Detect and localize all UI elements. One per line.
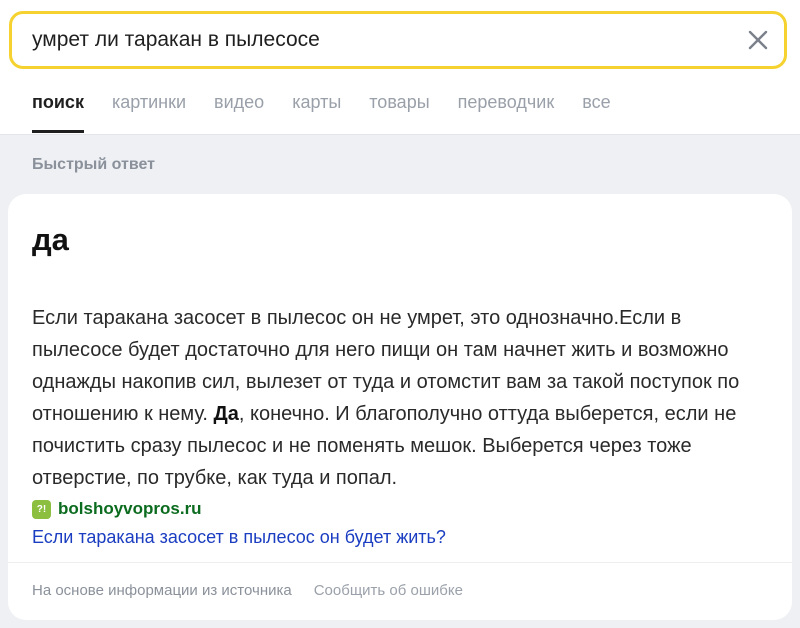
clear-search-button[interactable]	[740, 22, 776, 58]
header: поиск картинки видео карты товары перево…	[0, 0, 800, 135]
search-box	[9, 11, 787, 69]
answer-text: Если таракана засосет в пылесос он не ум…	[32, 302, 772, 494]
answer-text-bold: Да	[213, 403, 239, 425]
source-link[interactable]: Если таракана засосет в пылесос он будет…	[32, 527, 446, 548]
divider	[8, 562, 792, 563]
tab-images[interactable]: картинки	[112, 90, 186, 134]
based-on-source-link[interactable]: На основе информации из источника	[32, 582, 292, 599]
answer-title: да	[32, 222, 69, 257]
report-error-link[interactable]: Сообщить об ошибке	[314, 582, 463, 599]
tab-maps[interactable]: карты	[292, 90, 341, 134]
search-tabs: поиск картинки видео карты товары перево…	[32, 90, 639, 134]
close-icon	[748, 30, 768, 50]
bolshoyvopros-favicon-icon: ?!	[32, 499, 51, 519]
tab-all[interactable]: все	[582, 90, 610, 134]
tab-translator[interactable]: переводчик	[458, 90, 555, 134]
tab-goods[interactable]: товары	[369, 90, 429, 134]
answer-footer: На основе информации из источника Сообщи…	[32, 582, 463, 599]
tab-search[interactable]: поиск	[32, 90, 84, 134]
quick-answer-card: да Если таракана засосет в пылесос он не…	[8, 194, 792, 620]
search-input[interactable]	[32, 14, 722, 66]
source-row[interactable]: ?! bolshoyvopros.ru	[32, 497, 202, 521]
tab-video[interactable]: видео	[214, 90, 264, 134]
quick-answer-label: Быстрый ответ	[32, 156, 155, 173]
source-domain[interactable]: bolshoyvopros.ru	[58, 499, 202, 519]
